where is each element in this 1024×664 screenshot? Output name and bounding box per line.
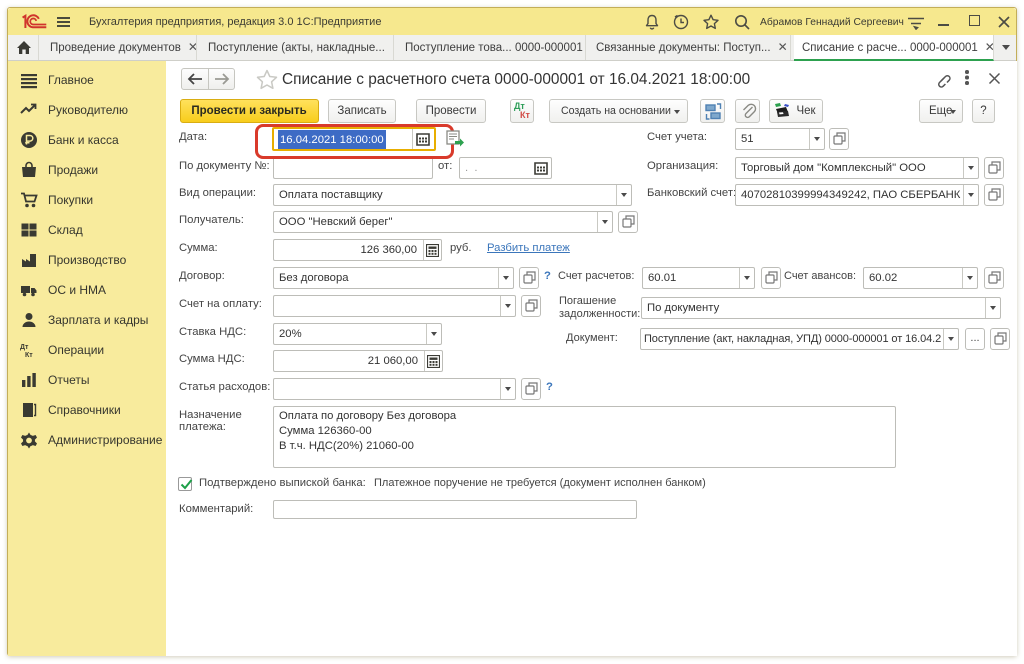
svg-text:Дт: Дт bbox=[20, 344, 29, 351]
svg-text:Кт: Кт bbox=[25, 352, 33, 359]
